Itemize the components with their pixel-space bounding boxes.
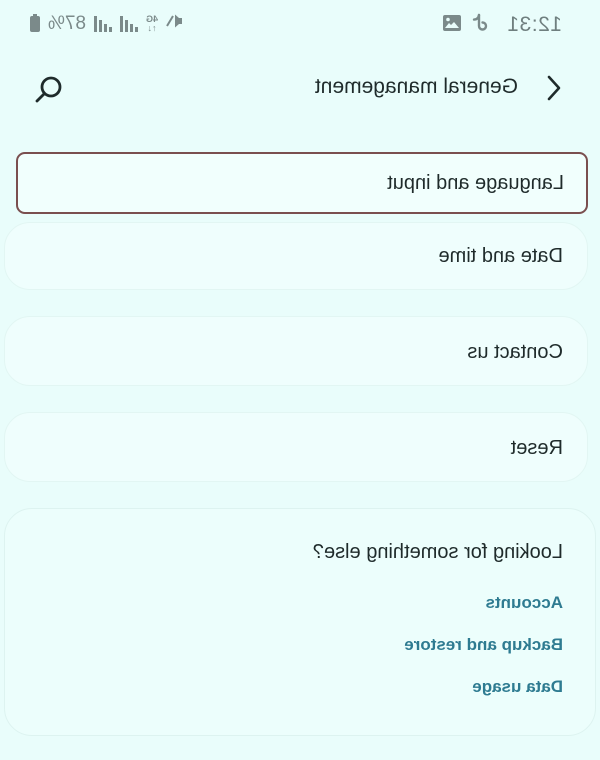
- search-button[interactable]: [32, 72, 66, 106]
- menu-item-label: Language and input: [387, 172, 564, 194]
- image-icon: [442, 14, 462, 37]
- battery-icon: [30, 16, 40, 32]
- mute-icon: [166, 12, 184, 36]
- screen: 12:31 4G ↑↓ 87% General management Langu…: [0, 0, 600, 760]
- link-accounts[interactable]: Accounts: [486, 593, 563, 613]
- header: General management: [0, 60, 600, 116]
- status-system-icons: 4G ↑↓ 87%: [30, 12, 184, 36]
- menu-item-reset[interactable]: Reset: [4, 412, 588, 482]
- battery-percent: 87%: [48, 13, 87, 34]
- menu-item-label: Contact us: [467, 341, 563, 363]
- link-backup-and-restore[interactable]: Backup and restore: [404, 635, 563, 655]
- status-bar: 12:31 4G ↑↓ 87%: [0, 0, 600, 46]
- menu-item-contact-us[interactable]: Contact us: [4, 316, 588, 386]
- tiktok-icon: [472, 13, 488, 38]
- signal-icon-2: [94, 16, 113, 32]
- data-arrows-icon: ↑↓: [147, 23, 157, 33]
- signal-icon: [120, 16, 139, 32]
- search-icon: [35, 76, 62, 103]
- link-data-usage[interactable]: Data usage: [472, 677, 563, 697]
- suggestions-title: Looking for something else?: [312, 541, 563, 563]
- network-type-label: 4G ↑↓: [146, 14, 159, 33]
- status-notification-icons: [442, 13, 488, 38]
- page-title: General management: [314, 75, 518, 98]
- menu-item-label: Date and time: [438, 245, 563, 267]
- menu-item-label: Reset: [510, 437, 563, 459]
- back-button[interactable]: [538, 72, 570, 104]
- suggestions-card: Looking for something else? Accounts Bac…: [4, 508, 596, 736]
- chevron-left-icon: [547, 75, 561, 101]
- menu-item-date-and-time[interactable]: Date and time: [4, 222, 588, 290]
- status-time: 12:31: [506, 13, 562, 36]
- menu-item-language-and-input[interactable]: Language and input: [16, 152, 588, 214]
